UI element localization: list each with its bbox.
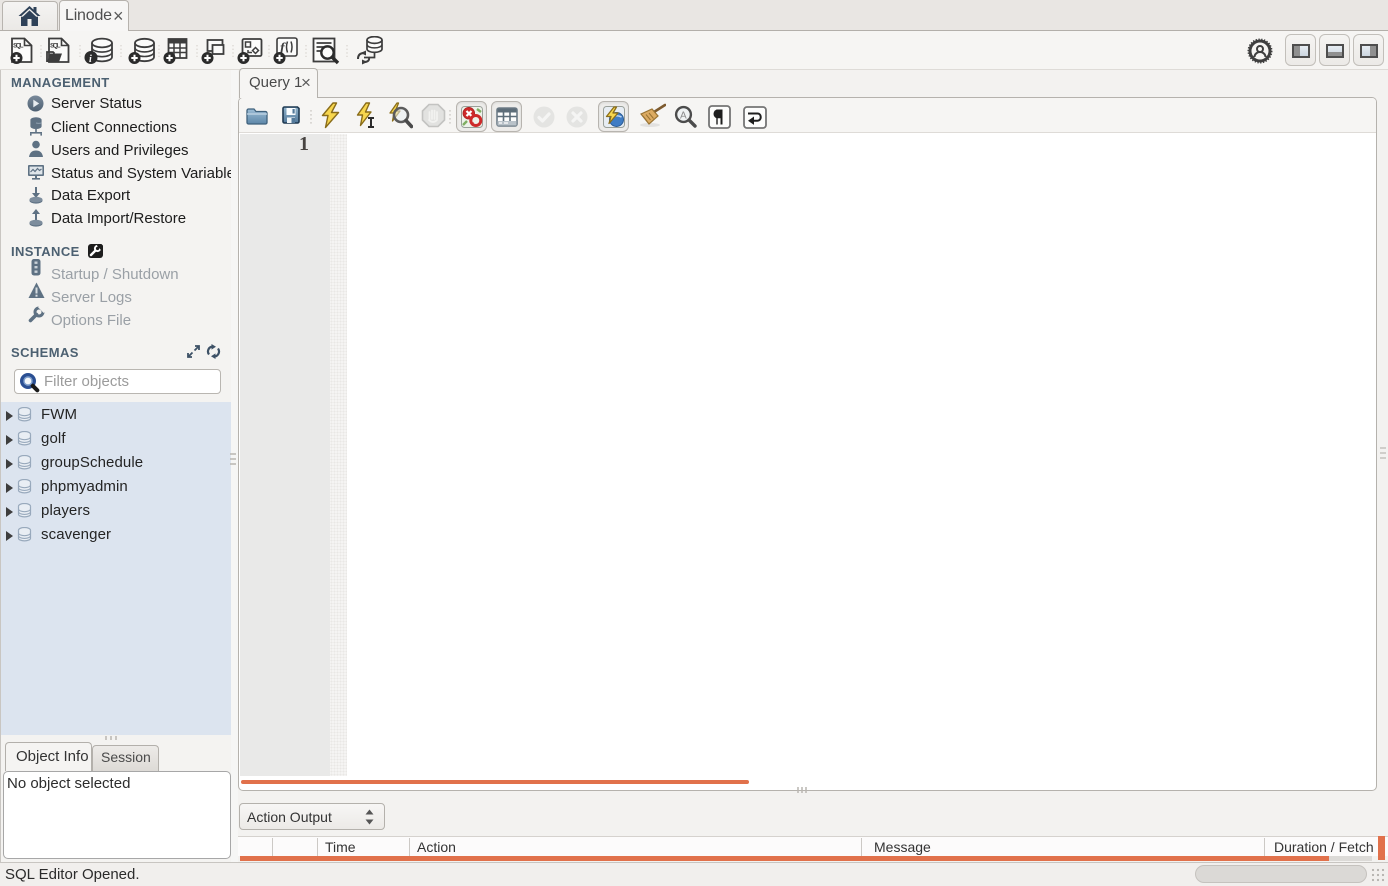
svg-text:i: i: [89, 54, 92, 65]
svg-text:A: A: [680, 111, 687, 122]
svg-text:SQL: SQL: [50, 43, 61, 50]
svg-text:SQL: SQL: [13, 43, 24, 50]
